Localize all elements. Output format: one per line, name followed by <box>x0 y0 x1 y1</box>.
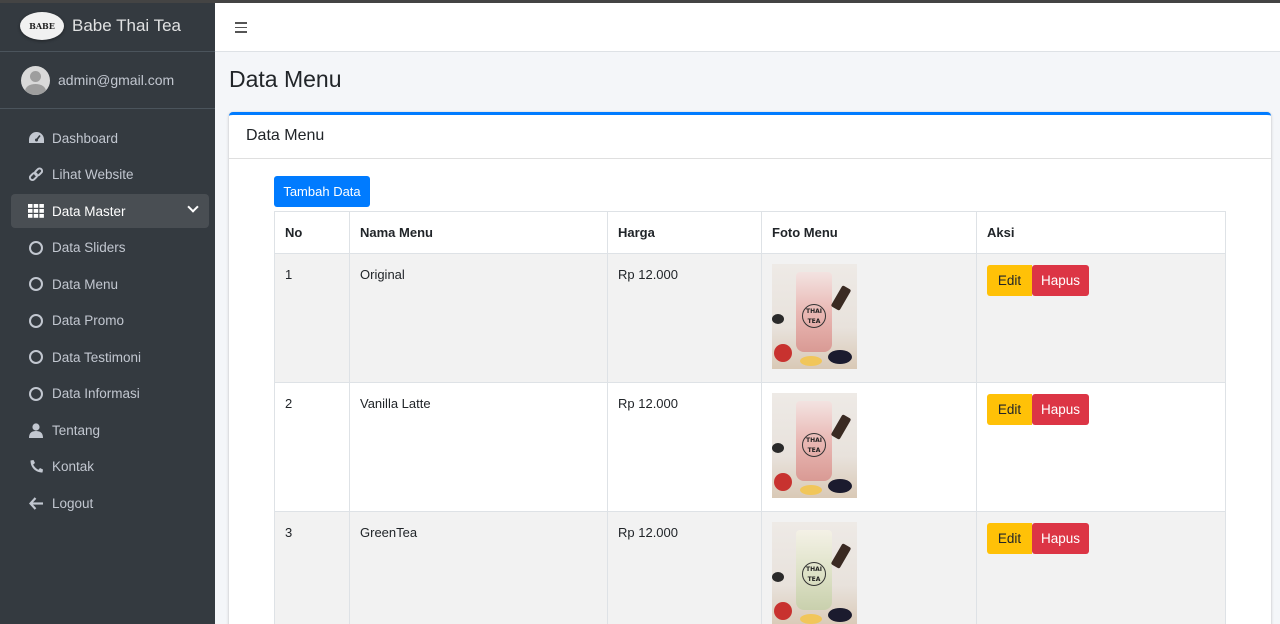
sidebar-item-logout[interactable]: Logout <box>11 486 209 520</box>
cell-no: 1 <box>274 253 350 383</box>
cell-harga: Rp 12.000 <box>607 382 762 512</box>
phone-icon <box>27 458 45 476</box>
cup-image: THAI TEA <box>796 530 832 610</box>
sidebar-nav: Dashboard Lihat Website Data Master Data… <box>0 109 215 520</box>
delete-button[interactable]: Hapus <box>1032 394 1089 425</box>
cell-foto-menu: THAI TEA <box>761 253 977 383</box>
cell-harga: Rp 12.000 <box>607 253 762 383</box>
column-header-foto-menu: Foto Menu <box>761 211 977 254</box>
chevron-down-icon[interactable] <box>187 201 199 213</box>
user-icon <box>27 421 45 439</box>
brand[interactable]: BABE Babe Thai Tea <box>0 0 215 52</box>
top-edge <box>0 0 1280 3</box>
sidebar-item-label: Lihat Website <box>52 167 134 182</box>
sidebar-item-label: Data Master <box>52 203 126 219</box>
cup-logo: THAI TEA <box>802 433 826 457</box>
column-header-nama-menu: Nama Menu <box>349 211 608 254</box>
sidebar-item-label: Dashboard <box>52 130 119 146</box>
data-menu-card: Data Menu Tambah Data No Nama Menu Harga… <box>229 112 1271 624</box>
sidebar: BABE Babe Thai Tea admin@gmail.com Dashb… <box>0 0 215 624</box>
column-header-no: No <box>274 211 350 254</box>
sidebar-item-label: Logout <box>52 495 94 511</box>
column-header-harga: Harga <box>607 211 762 254</box>
cell-nama-menu: Original <box>349 253 608 383</box>
page-title: Data Menu <box>229 66 342 92</box>
edit-button[interactable]: Edit <box>987 265 1032 296</box>
menu-photo: THAI TEA <box>772 393 857 498</box>
sidebar-item-label: Kontak <box>52 459 95 474</box>
cell-harga: Rp 12.000 <box>607 511 762 624</box>
cell-aksi: Edit Hapus <box>976 253 1226 383</box>
cup-logo: THAI TEA <box>802 562 826 586</box>
cell-aksi: Edit Hapus <box>976 382 1226 512</box>
grid-icon <box>27 202 45 220</box>
sidebar-item-label: Data Informasi <box>52 386 140 401</box>
sidebar-item-data-testimoni[interactable]: Data Testimoni <box>11 340 209 374</box>
cup-image: THAI TEA <box>796 272 832 352</box>
menu-table: No Nama Menu Harga Foto Menu Aksi 1 Orig… <box>274 211 1226 624</box>
sidebar-item-data-sliders[interactable]: Data Sliders <box>11 231 209 265</box>
sidebar-item-label: Data Promo <box>52 313 125 328</box>
sidebar-item-tentang[interactable]: Tentang <box>11 413 209 447</box>
table-row: 1 Original Rp 12.000 THAI TEA Edit Hapus <box>274 253 1226 383</box>
delete-button[interactable]: Hapus <box>1032 265 1089 296</box>
circle-icon <box>27 348 45 366</box>
sidebar-item-lihat-website[interactable]: Lihat Website <box>11 158 209 192</box>
user-email: admin@gmail.com <box>58 72 175 88</box>
user-panel[interactable]: admin@gmail.com <box>0 52 215 109</box>
sidebar-item-data-master[interactable]: Data Master <box>11 194 209 228</box>
circle-icon <box>27 312 45 330</box>
avatar <box>21 65 50 95</box>
sidebar-item-label: Tentang <box>52 422 101 438</box>
card-title: Data Menu <box>229 115 1271 159</box>
delete-button[interactable]: Hapus <box>1032 523 1089 554</box>
brand-logo-text: BABE <box>29 20 55 31</box>
edit-button[interactable]: Edit <box>987 394 1032 425</box>
menu-photo: THAI TEA <box>772 264 857 369</box>
sidebar-item-data-menu[interactable]: Data Menu <box>11 267 209 301</box>
top-navbar <box>215 3 1280 52</box>
hamburger-menu-icon[interactable] <box>235 22 247 36</box>
cell-aksi: Edit Hapus <box>976 511 1226 624</box>
circle-icon <box>27 239 45 257</box>
circle-icon <box>27 275 45 293</box>
cup-logo: THAI TEA <box>802 304 826 328</box>
link-icon <box>27 166 45 184</box>
cell-nama-menu: GreenTea <box>349 511 608 624</box>
column-header-aksi: Aksi <box>976 211 1226 254</box>
cell-foto-menu: THAI TEA <box>761 511 977 624</box>
sidebar-item-label: Data Testimoni <box>52 349 142 365</box>
circle-icon <box>27 385 45 403</box>
edit-button[interactable]: Edit <box>987 523 1032 554</box>
cell-no: 3 <box>274 511 350 624</box>
sidebar-item-label: Data Sliders <box>52 240 126 255</box>
cell-nama-menu: Vanilla Latte <box>349 382 608 512</box>
sidebar-item-kontak[interactable]: Kontak <box>11 450 209 484</box>
sidebar-item-data-informasi[interactable]: Data Informasi <box>11 377 209 411</box>
cell-foto-menu: THAI TEA <box>761 382 977 512</box>
dashboard-icon <box>27 129 45 147</box>
sidebar-item-label: Data Menu <box>52 276 119 292</box>
menu-photo: THAI TEA <box>772 522 857 624</box>
brand-name: Babe Thai Tea <box>72 15 182 35</box>
sidebar-item-data-promo[interactable]: Data Promo <box>11 304 209 338</box>
sidebar-item-dashboard[interactable]: Dashboard <box>11 121 209 155</box>
table-row: 3 GreenTea Rp 12.000 THAI TEA Edit Hapus <box>274 511 1226 624</box>
brand-logo: BABE <box>20 11 64 40</box>
cell-no: 2 <box>274 382 350 512</box>
table-header-row: No Nama Menu Harga Foto Menu Aksi <box>274 211 1226 254</box>
cup-image: THAI TEA <box>796 401 832 481</box>
add-data-button[interactable]: Tambah Data <box>274 176 370 207</box>
table-row: 2 Vanilla Latte Rp 12.000 THAI TEA Edit H… <box>274 382 1226 512</box>
arrow-left-icon <box>27 494 45 512</box>
